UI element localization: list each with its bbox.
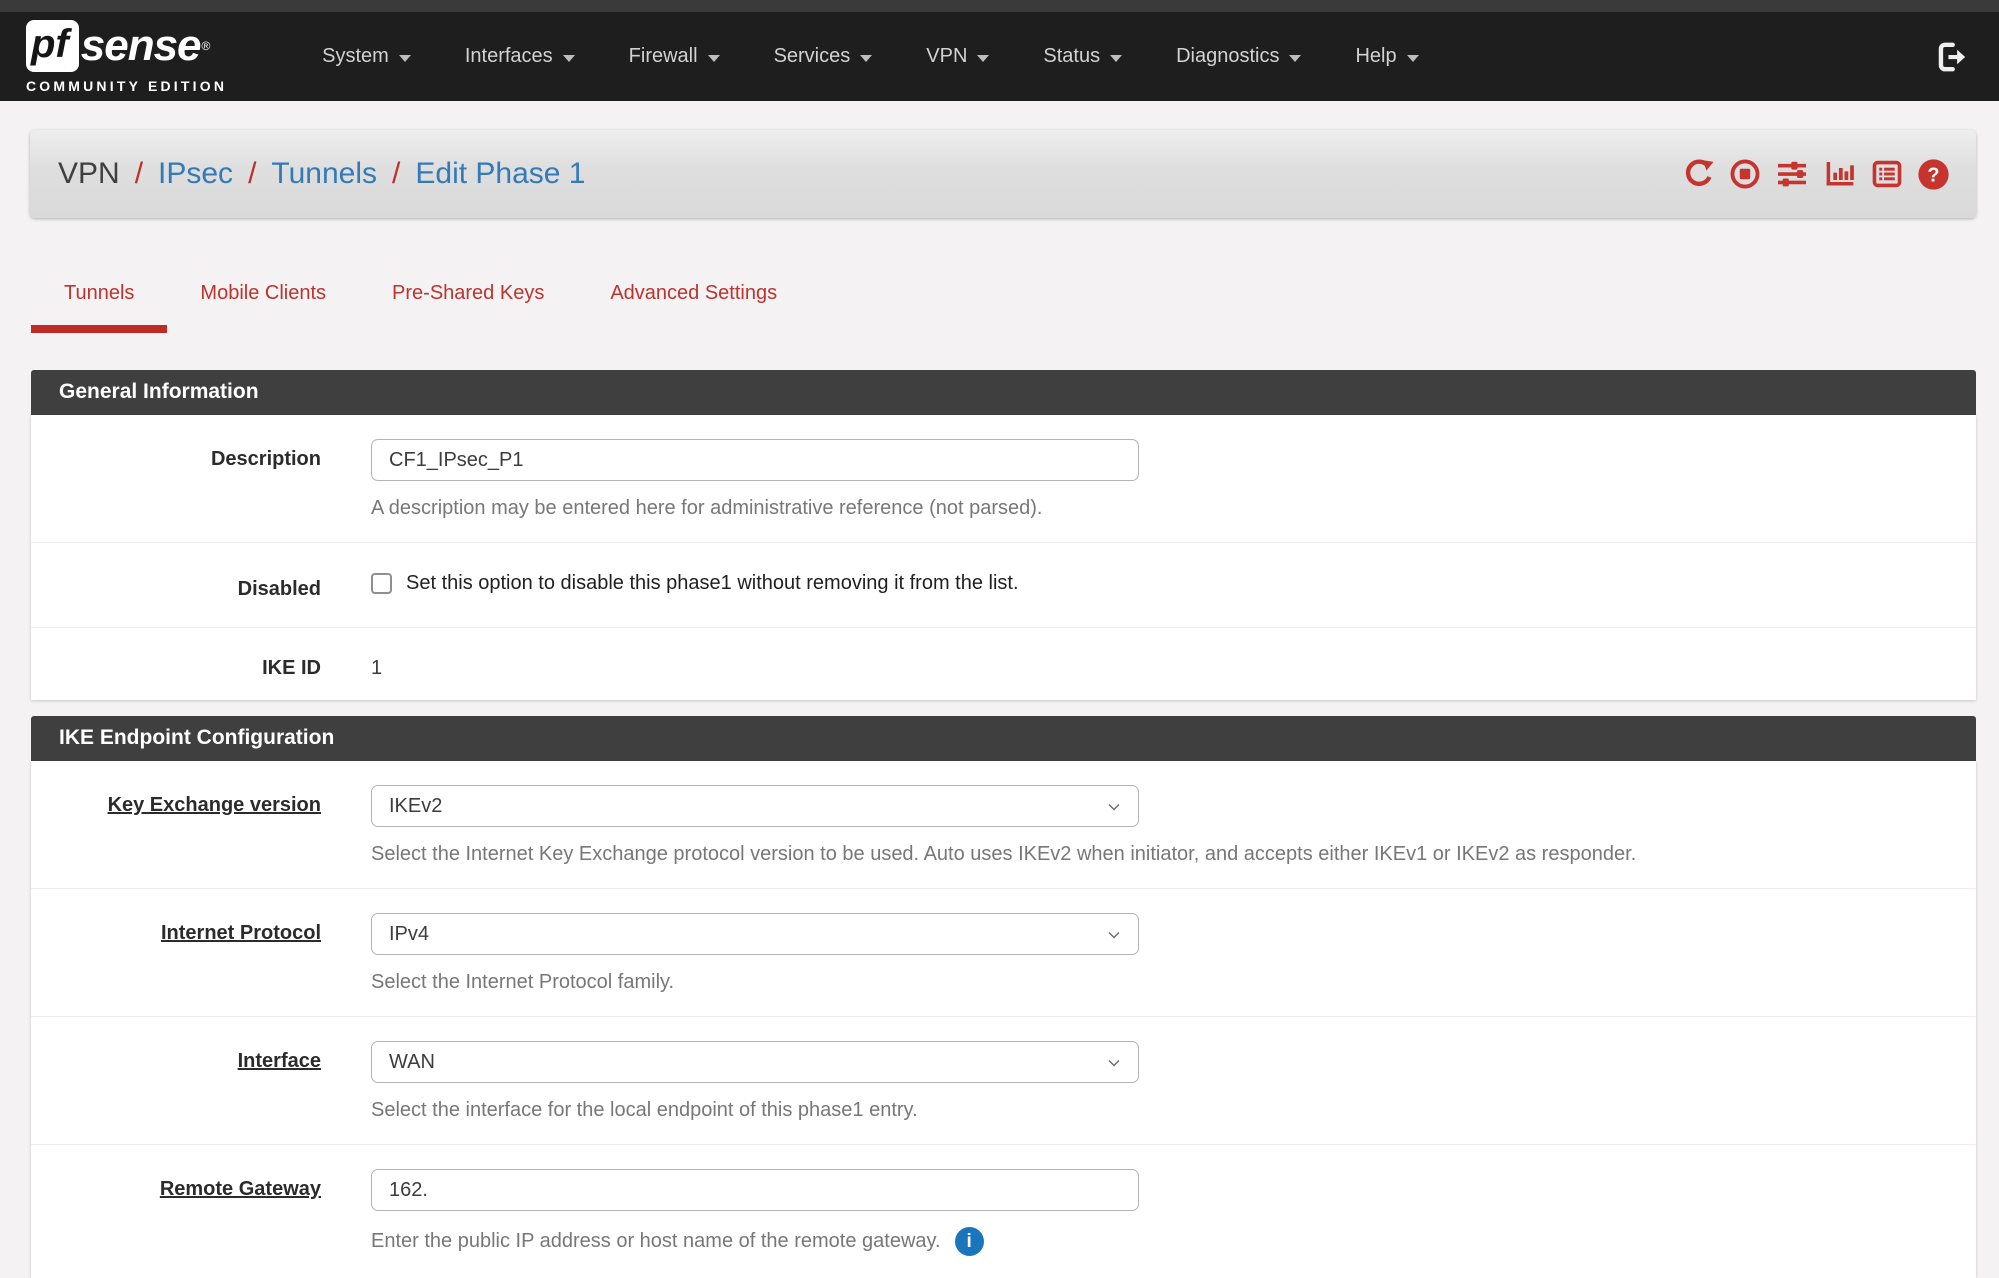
tab-pre-shared-keys[interactable]: Pre-Shared Keys <box>359 280 577 333</box>
remote-gateway-label: Remote Gateway <box>31 1169 371 1256</box>
description-label: Description <box>31 439 371 520</box>
chevron-down-icon <box>708 55 720 62</box>
row-internet-protocol: Internet Protocol IPv4 Select the Intern… <box>31 889 1976 1017</box>
info-icon[interactable]: i <box>955 1227 984 1256</box>
key-exchange-version-select[interactable]: IKEv2 <box>371 785 1139 827</box>
nav-item-system[interactable]: System <box>295 35 438 78</box>
sign-out-icon[interactable] <box>1935 40 1969 74</box>
nav-item-firewall[interactable]: Firewall <box>602 35 747 78</box>
nav-item-label: Help <box>1355 45 1396 68</box>
disabled-label: Disabled <box>31 569 371 601</box>
section-general-information: General Information Description A descri… <box>31 370 1976 700</box>
nav-item-help[interactable]: Help <box>1328 35 1445 78</box>
nav-item-status[interactable]: Status <box>1016 35 1149 78</box>
chevron-down-icon <box>1289 55 1301 62</box>
internet-protocol-label: Internet Protocol <box>31 913 371 994</box>
nav-item-label: System <box>322 45 389 68</box>
ike-id-label: IKE ID <box>31 648 371 680</box>
chevron-down-icon <box>1104 1053 1124 1079</box>
breadcrumb-separator: / <box>392 157 400 191</box>
registered-mark: ® <box>202 39 211 53</box>
description-input[interactable] <box>371 439 1139 481</box>
breadcrumb-separator: / <box>248 157 256 191</box>
tab-tunnels[interactable]: Tunnels <box>31 280 167 333</box>
main-navbar: pf sense ® COMMUNITY EDITION System Inte… <box>0 12 1999 101</box>
stop-icon[interactable] <box>1729 158 1761 190</box>
row-disabled: Disabled Set this option to disable this… <box>31 543 1976 628</box>
remote-gateway-help: Enter the public IP address or host name… <box>371 1230 941 1253</box>
tab-advanced-settings[interactable]: Advanced Settings <box>577 280 810 333</box>
breadcrumb-bar: VPN / IPsec / Tunnels / Edit Phase 1 <box>30 130 1976 218</box>
nav-item-label: Status <box>1043 45 1100 68</box>
log-icon[interactable] <box>1871 158 1903 190</box>
key-exchange-version-value: IKEv2 <box>389 795 442 818</box>
breadcrumb-edit-phase-1[interactable]: Edit Phase 1 <box>415 157 585 191</box>
disabled-checkbox[interactable] <box>371 573 392 594</box>
svg-text:?: ? <box>1927 164 1939 186</box>
ipsec-tabs: Tunnels Mobile Clients Pre-Shared Keys A… <box>31 280 1999 333</box>
chevron-down-icon <box>399 55 411 62</box>
chevron-down-icon <box>977 55 989 62</box>
row-key-exchange-version: Key Exchange version IKEv2 Select the In… <box>31 761 1976 889</box>
nav-item-label: Firewall <box>629 45 698 68</box>
chevron-down-icon <box>563 55 575 62</box>
refresh-icon[interactable] <box>1683 158 1715 190</box>
chevron-down-icon <box>1104 797 1124 823</box>
nav-item-label: Diagnostics <box>1176 45 1279 68</box>
interface-select[interactable]: WAN <box>371 1041 1139 1083</box>
row-ike-id: IKE ID 1 <box>31 628 1976 700</box>
tab-mobile-clients[interactable]: Mobile Clients <box>167 280 359 333</box>
chevron-down-icon <box>860 55 872 62</box>
ike-id-value: 1 <box>371 648 1936 680</box>
community-edition-label: COMMUNITY EDITION <box>26 78 227 94</box>
page-action-icons: ? <box>1683 158 1950 191</box>
pfsense-logo-sense: sense <box>81 21 201 71</box>
row-description: Description A description may be entered… <box>31 415 1976 543</box>
section-ike-endpoint-configuration: IKE Endpoint Configuration Key Exchange … <box>31 716 1976 1278</box>
pfsense-logo-pf: pf <box>26 20 79 72</box>
breadcrumb-ipsec[interactable]: IPsec <box>158 157 233 191</box>
remote-gateway-input[interactable] <box>371 1169 1139 1211</box>
pfsense-logo[interactable]: pf sense ® COMMUNITY EDITION <box>26 20 227 94</box>
interface-help: Select the interface for the local endpo… <box>371 1099 1936 1122</box>
breadcrumb-separator: / <box>135 157 143 191</box>
key-exchange-version-help: Select the Internet Key Exchange protoco… <box>371 843 1936 866</box>
breadcrumb-tunnels[interactable]: Tunnels <box>271 157 377 191</box>
chevron-down-icon <box>1104 925 1124 951</box>
nav-item-services[interactable]: Services <box>747 35 900 78</box>
nav-item-label: Interfaces <box>465 45 553 68</box>
sliders-icon[interactable] <box>1775 158 1809 190</box>
interface-label: Interface <box>31 1041 371 1122</box>
interface-value: WAN <box>389 1051 435 1074</box>
key-exchange-version-label: Key Exchange version <box>31 785 371 866</box>
section-title: General Information <box>31 370 1976 415</box>
top-strip <box>0 0 1999 12</box>
breadcrumb-vpn: VPN <box>58 157 120 191</box>
nav-item-label: Services <box>774 45 851 68</box>
nav-item-diagnostics[interactable]: Diagnostics <box>1149 35 1328 78</box>
nav-item-label: VPN <box>926 45 967 68</box>
chevron-down-icon <box>1407 55 1419 62</box>
internet-protocol-help: Select the Internet Protocol family. <box>371 971 1936 994</box>
description-help: A description may be entered here for ad… <box>371 497 1936 520</box>
row-interface: Interface WAN Select the interface for t… <box>31 1017 1976 1145</box>
section-title: IKE Endpoint Configuration <box>31 716 1976 761</box>
nav-item-interfaces[interactable]: Interfaces <box>438 35 602 78</box>
help-icon[interactable]: ? <box>1917 158 1950 191</box>
internet-protocol-value: IPv4 <box>389 923 429 946</box>
nav-menu: System Interfaces Firewall Services VPN … <box>295 35 1445 78</box>
chevron-down-icon <box>1110 55 1122 62</box>
bar-chart-icon[interactable] <box>1823 158 1857 190</box>
breadcrumb: VPN / IPsec / Tunnels / Edit Phase 1 <box>58 157 586 191</box>
internet-protocol-select[interactable]: IPv4 <box>371 913 1139 955</box>
disabled-checkbox-label: Set this option to disable this phase1 w… <box>406 572 1019 595</box>
nav-item-vpn[interactable]: VPN <box>899 35 1016 78</box>
row-remote-gateway: Remote Gateway Enter the public IP addre… <box>31 1145 1976 1278</box>
